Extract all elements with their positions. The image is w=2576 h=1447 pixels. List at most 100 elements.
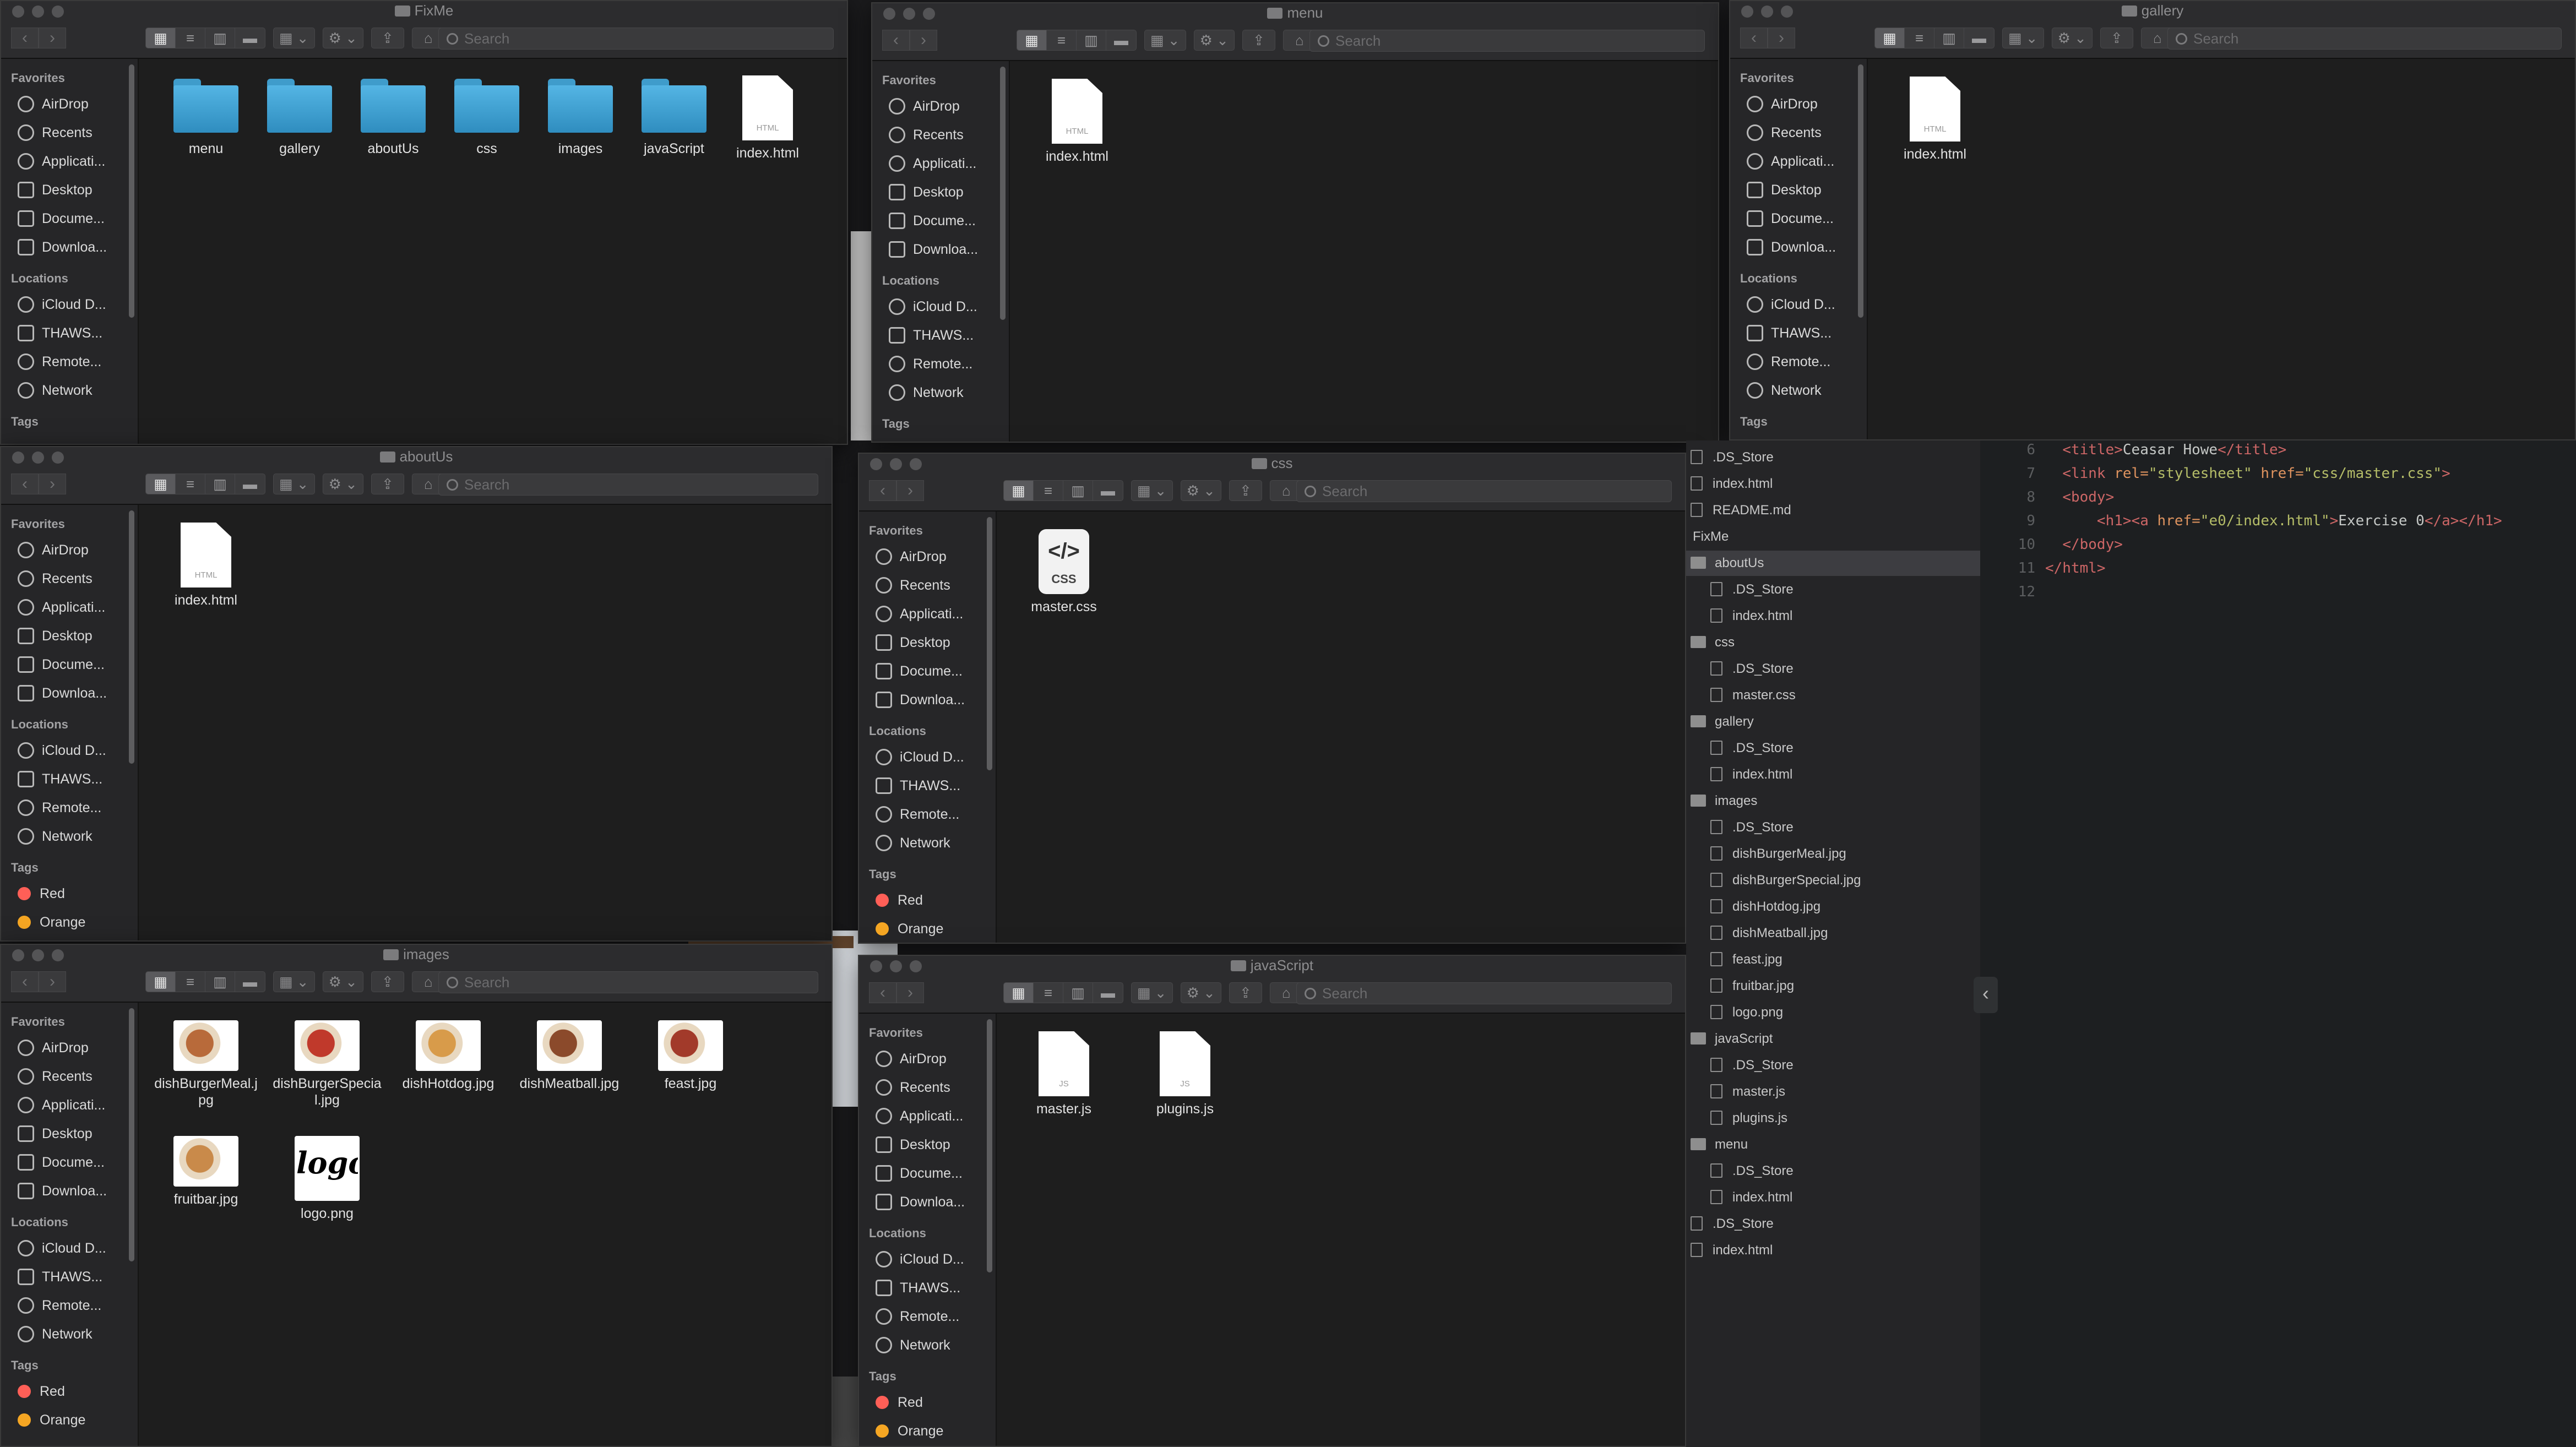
sidebar-item-desktop[interactable]: Desktop: [1, 176, 138, 204]
icon-view-icon[interactable]: ▦: [1875, 28, 1905, 48]
file-item[interactable]: feast.jpg: [635, 1020, 746, 1092]
share-icon[interactable]: ⇪: [371, 474, 404, 494]
sidebar-item-documents[interactable]: Docume...: [859, 657, 996, 686]
gallery-view-icon[interactable]: ▬: [1093, 983, 1123, 1003]
share-icon[interactable]: ⇪: [1229, 982, 1262, 1003]
sidebar-item-remote-disc[interactable]: Remote...: [1, 1291, 138, 1320]
sidebar-item-remote-disc[interactable]: Remote...: [872, 350, 1009, 378]
gear-icon[interactable]: ⚙ ⌄: [1180, 982, 1221, 1003]
file-item[interactable]: </> CSS master.css: [1009, 529, 1119, 615]
sidebar-tag-orange[interactable]: Orange: [859, 1417, 996, 1445]
finder-window-fixme[interactable]: FixMe ‹ › ▦ ≡ ▥ ▬ ▦ ⌄ ⚙ ⌄ ⇪ ⌂ Search Favorites AirDro…: [0, 0, 848, 445]
sidebar-item-remote-disc[interactable]: Remote...: [1, 347, 138, 376]
search-input[interactable]: Search: [1309, 30, 1705, 52]
sidebar-item-icloud[interactable]: iCloud D...: [859, 743, 996, 771]
sidebar-item-remote-disc[interactable]: Remote...: [859, 800, 996, 829]
search-input[interactable]: Search: [1296, 982, 1672, 1004]
history-nav[interactable]: ‹ ›: [1740, 28, 1795, 48]
tree-folder[interactable]: javaScript: [1686, 1026, 1980, 1052]
view-controls[interactable]: ▦ ≡ ▥ ▬ ▦ ⌄ ⚙ ⌄ ⇪ ⌂: [1003, 480, 1303, 501]
column-view-icon[interactable]: ▥: [205, 28, 235, 48]
back-icon[interactable]: ‹: [869, 982, 896, 1003]
list-view-icon[interactable]: ≡: [1034, 983, 1063, 1003]
tree-file[interactable]: dishMeatball.jpg: [1686, 921, 1980, 946]
sidebar-item-airdrop[interactable]: AirDrop: [872, 92, 1009, 121]
tree-file[interactable]: dishBurgerMeal.jpg: [1686, 841, 1980, 867]
share-icon[interactable]: ⇪: [2100, 28, 2133, 48]
icon-view-icon[interactable]: ▦: [146, 28, 176, 48]
sidebar-item-network[interactable]: Network: [1, 376, 138, 405]
view-mode-segment[interactable]: ▦ ≡ ▥ ▬: [145, 474, 265, 494]
view-controls[interactable]: ▦ ≡ ▥ ▬ ▦ ⌄ ⚙ ⌄ ⇪ ⌂: [145, 971, 445, 992]
history-nav[interactable]: ‹ ›: [869, 982, 924, 1003]
sidebar-item-downloads[interactable]: Downloa...: [859, 686, 996, 714]
group-by-icon[interactable]: ▦ ⌄: [2002, 28, 2044, 48]
back-icon[interactable]: ‹: [11, 474, 39, 494]
search-input[interactable]: Search: [438, 28, 834, 50]
icon-view-icon[interactable]: ▦: [146, 474, 176, 494]
back-icon[interactable]: ‹: [1740, 28, 1768, 48]
sidebar-item-downloads[interactable]: Downloa...: [1, 1177, 138, 1205]
group-by-icon[interactable]: ▦ ⌄: [1131, 982, 1173, 1003]
group-by-icon[interactable]: ▦ ⌄: [273, 28, 315, 48]
tree-file[interactable]: .DS_Store: [1686, 1053, 1980, 1078]
sidebar-tag-red[interactable]: Red: [859, 886, 996, 915]
tree-file[interactable]: index.html: [1686, 1238, 1980, 1263]
sidebar-item-downloads[interactable]: Downloa...: [1730, 233, 1867, 262]
view-mode-segment[interactable]: ▦ ≡ ▥ ▬: [1874, 28, 1995, 48]
share-icon[interactable]: ⇪: [371, 971, 404, 992]
sidebar-scrollbar[interactable]: [129, 1008, 134, 1261]
sidebar-item-remote-disc[interactable]: Remote...: [1, 793, 138, 822]
tree-file[interactable]: master.css: [1686, 683, 1980, 708]
forward-icon[interactable]: ›: [39, 971, 66, 992]
tree-folder[interactable]: images: [1686, 788, 1980, 814]
gear-icon[interactable]: ⚙ ⌄: [322, 28, 363, 48]
file-item[interactable]: HTML index.html: [1880, 77, 1990, 162]
sidebar-item-disk[interactable]: THAWS...: [1, 765, 138, 793]
back-icon[interactable]: ‹: [11, 971, 39, 992]
sidebar-item-network[interactable]: Network: [859, 829, 996, 857]
sidebar-tag-orange[interactable]: Orange: [1, 908, 138, 937]
sidebar-item-documents[interactable]: Docume...: [1, 204, 138, 233]
list-view-icon[interactable]: ≡: [176, 28, 205, 48]
collapse-icon[interactable]: ‹: [1974, 977, 1998, 1013]
search-input[interactable]: Search: [438, 971, 818, 993]
column-view-icon[interactable]: ▥: [205, 972, 235, 992]
sidebar-item-desktop[interactable]: Desktop: [859, 628, 996, 657]
tree-file[interactable]: README.md: [1686, 498, 1980, 523]
view-mode-segment[interactable]: ▦ ≡ ▥ ▬: [1003, 480, 1123, 501]
tree-file[interactable]: .DS_Store: [1686, 1211, 1980, 1237]
sidebar-item-disk[interactable]: THAWS...: [1, 319, 138, 347]
forward-icon[interactable]: ›: [1768, 28, 1795, 48]
forward-icon[interactable]: ›: [910, 30, 937, 51]
back-icon[interactable]: ‹: [869, 480, 896, 501]
tree-file[interactable]: master.js: [1686, 1079, 1980, 1105]
sidebar-item-disk[interactable]: THAWS...: [1, 1263, 138, 1291]
tree-file[interactable]: dishHotdog.jpg: [1686, 894, 1980, 920]
finder-window-images[interactable]: images ‹ › ▦ ≡ ▥ ▬ ▦ ⌄ ⚙ ⌄ ⇪ ⌂ Search Favorites AirDr…: [0, 944, 833, 1447]
sidebar-item-desktop[interactable]: Desktop: [872, 178, 1009, 206]
icon-view-icon[interactable]: ▦: [1004, 983, 1034, 1003]
view-mode-segment[interactable]: ▦ ≡ ▥ ▬: [145, 971, 265, 992]
column-view-icon[interactable]: ▥: [1934, 28, 1964, 48]
forward-icon[interactable]: ›: [896, 480, 924, 501]
finder-window-aboutus[interactable]: aboutUs ‹ › ▦ ≡ ▥ ▬ ▦ ⌄ ⚙ ⌄ ⇪ ⌂ Search Favorites AirD…: [0, 446, 833, 942]
sidebar-item-recents[interactable]: Recents: [1, 1062, 138, 1091]
file-item[interactable]: dishHotdog.jpg: [393, 1020, 503, 1092]
tree-file[interactable]: index.html: [1686, 762, 1980, 787]
sidebar-item-remote-disc[interactable]: Remote...: [859, 1302, 996, 1331]
view-mode-segment[interactable]: ▦ ≡ ▥ ▬: [1017, 30, 1137, 51]
gear-icon[interactable]: ⚙ ⌄: [322, 474, 363, 494]
icon-view-icon[interactable]: ▦: [146, 972, 176, 992]
finder-window-javascript[interactable]: javaScript ‹ › ▦ ≡ ▥ ▬ ▦ ⌄ ⚙ ⌄ ⇪ ⌂ Search Favorites A…: [858, 955, 1686, 1447]
group-by-icon[interactable]: ▦ ⌄: [1131, 480, 1173, 501]
sidebar-item-disk[interactable]: THAWS...: [1730, 319, 1867, 347]
tree-file[interactable]: .DS_Store: [1686, 815, 1980, 840]
sidebar-item-recents[interactable]: Recents: [1730, 118, 1867, 147]
gear-icon[interactable]: ⚙ ⌄: [2051, 28, 2093, 48]
sidebar-item-recents[interactable]: Recents: [1, 118, 138, 147]
sidebar-item-airdrop[interactable]: AirDrop: [1730, 90, 1867, 118]
tree-file[interactable]: .DS_Store: [1686, 445, 1980, 470]
file-item[interactable]: HTML index.html: [1022, 79, 1132, 165]
tree-file[interactable]: index.html: [1686, 471, 1980, 497]
